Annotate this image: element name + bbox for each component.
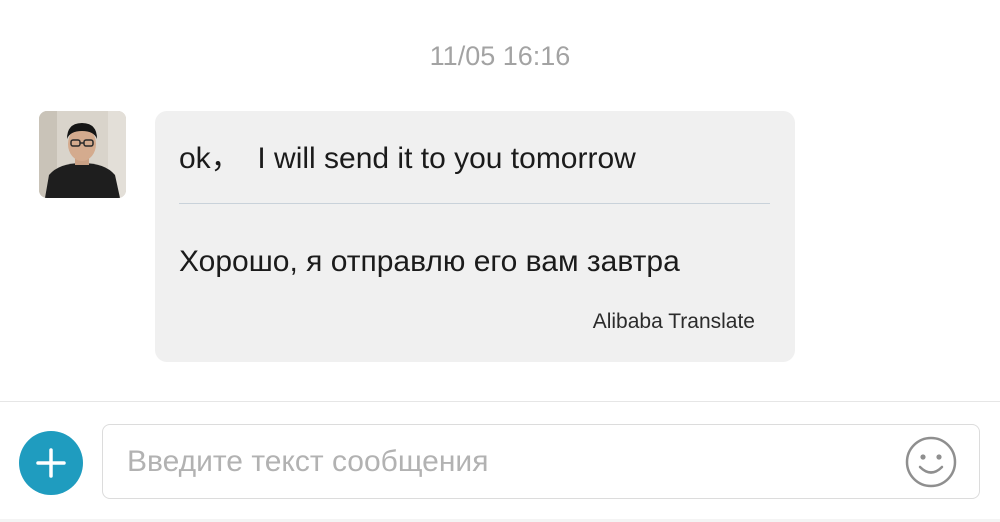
plus-icon: [36, 448, 66, 478]
translation-divider: [179, 203, 770, 204]
message-input-box[interactable]: [102, 424, 980, 499]
message-input[interactable]: [127, 425, 887, 498]
translation-source-label: Alibaba Translate: [592, 310, 755, 333]
sender-avatar[interactable]: [39, 111, 126, 198]
composer-divider: [0, 401, 1000, 402]
message-timestamp: 11/05 16:16: [429, 41, 571, 71]
received-message-bubble[interactable]: ok， I will send it to you tomorrow Хорош…: [155, 111, 795, 362]
add-attachment-button[interactable]: [19, 431, 83, 495]
translated-message-text: Хорошо, я отправлю его вам завтра: [179, 245, 680, 278]
smiley-icon[interactable]: [903, 434, 959, 490]
avatar-photo: [39, 111, 126, 198]
original-message-text: ok， I will send it to you tomorrow: [179, 142, 636, 175]
